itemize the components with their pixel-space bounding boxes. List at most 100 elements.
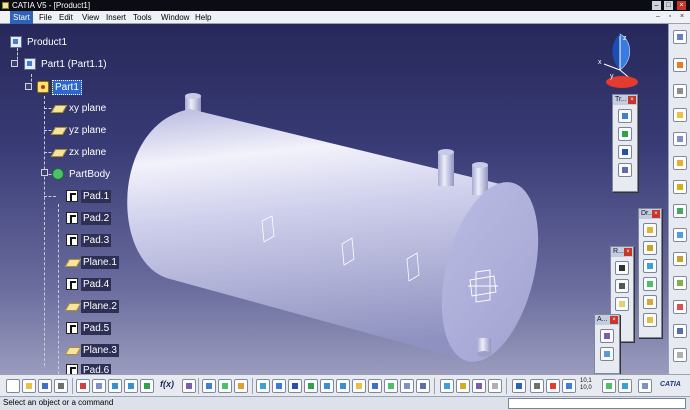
erase-icon[interactable] [638, 379, 652, 393]
stiffener-tool-icon[interactable] [673, 252, 687, 266]
toolbar-title[interactable]: A... × [595, 315, 619, 325]
expand-toggle-part-instance[interactable] [11, 60, 18, 67]
zoom-out-icon[interactable] [336, 379, 350, 393]
tree-node-plane-3[interactable]: Plane.3 [66, 342, 119, 358]
cut-icon[interactable] [76, 379, 90, 393]
close-button[interactable]: × [677, 1, 686, 10]
pan-icon[interactable] [288, 379, 302, 393]
more-tools-icon[interactable] [673, 348, 687, 362]
catalog-icon[interactable] [202, 379, 216, 393]
rib-tool-icon[interactable] [673, 204, 687, 218]
hole-tool-icon[interactable] [673, 180, 687, 194]
chamfer-icon[interactable] [643, 241, 657, 255]
close-icon[interactable]: × [610, 316, 618, 324]
transform-toolbar[interactable]: Tr... × [612, 94, 638, 192]
tree-node-pad-1[interactable]: Pad.1 [66, 188, 112, 204]
sketch-icon[interactable] [234, 379, 248, 393]
menu-file[interactable]: File [39, 11, 52, 24]
tree-node-plane-1[interactable]: Plane.1 [66, 254, 119, 270]
tree-node-yz-plane[interactable]: yz plane [52, 122, 108, 138]
expand-toggle-part1[interactable] [25, 83, 32, 90]
undo-icon[interactable] [108, 379, 122, 393]
copy-icon[interactable] [92, 379, 106, 393]
tree-node-product1[interactable]: Product1 [10, 34, 69, 50]
tree-node-xy-plane[interactable]: xy plane [52, 100, 108, 116]
close-icon[interactable]: × [624, 248, 632, 256]
workbench-icon[interactable] [673, 30, 687, 44]
tree-node-pad-5[interactable]: Pad.5 [66, 320, 112, 336]
menu-insert[interactable]: Insert [106, 11, 126, 24]
shell-icon[interactable] [643, 277, 657, 291]
doc-minimize-button[interactable]: – [654, 13, 662, 21]
pad-tool-icon[interactable] [673, 84, 687, 98]
tree-node-pad-2[interactable]: Pad.2 [66, 210, 112, 226]
remove-tool-icon[interactable] [673, 300, 687, 314]
menu-tools[interactable]: Tools [133, 11, 152, 24]
minimize-button[interactable]: – [652, 1, 661, 10]
slot-tool-icon[interactable] [673, 228, 687, 242]
boolean-tool-icon[interactable] [673, 324, 687, 338]
tree-node-part-instance[interactable]: Part1 (Part1.1) [24, 56, 109, 72]
snap-icon[interactable] [618, 379, 632, 393]
shaft-tool-icon[interactable] [673, 132, 687, 146]
whats-this-icon[interactable] [140, 379, 154, 393]
tree-node-pad-6[interactable]: Pad.6 [66, 362, 112, 374]
close-icon[interactable]: × [652, 210, 660, 218]
toolbar-title[interactable]: Tr... × [613, 95, 637, 105]
zoom-in-icon[interactable] [320, 379, 334, 393]
apply-material-icon[interactable] [472, 379, 486, 393]
loft-tool-icon[interactable] [673, 276, 687, 290]
formula-icon[interactable]: f(x) [160, 379, 174, 389]
grid-icon[interactable] [602, 379, 616, 393]
menu-view[interactable]: View [82, 11, 99, 24]
tree-node-part1[interactable]: Part1 [37, 79, 82, 95]
rotate-icon[interactable] [618, 127, 632, 141]
point-icon[interactable] [615, 261, 629, 275]
toolbar-title[interactable]: R... × [611, 247, 633, 257]
doc-close-button[interactable]: × [678, 13, 686, 21]
thickness-icon[interactable] [643, 295, 657, 309]
draft-analysis-icon[interactable] [600, 329, 614, 343]
tree-node-zx-plane[interactable]: zx plane [52, 144, 108, 160]
save-icon[interactable] [38, 379, 52, 393]
compass-widget[interactable]: z x y [592, 30, 648, 96]
tree-node-pad-4[interactable]: Pad.4 [66, 276, 112, 292]
shading-icon[interactable] [384, 379, 398, 393]
nozzle-right-1[interactable] [438, 149, 454, 186]
dress-up-toolbar[interactable]: Dr... × [638, 208, 662, 338]
draft-icon[interactable] [643, 259, 657, 273]
doc-restore-button[interactable]: ▫ [666, 13, 674, 21]
analysis-toolbar[interactable]: A... × [594, 314, 620, 374]
expand-toggle-partbody[interactable] [41, 169, 48, 176]
properties-icon[interactable] [488, 379, 502, 393]
fly-mode-icon[interactable] [256, 379, 270, 393]
fillet-icon[interactable] [643, 223, 657, 237]
render-icon[interactable] [512, 379, 526, 393]
measure-inertia-icon[interactable] [456, 379, 470, 393]
sketcher-icon[interactable] [673, 58, 687, 72]
tree-node-plane-2[interactable]: Plane.2 [66, 298, 119, 314]
rotate-view-icon[interactable] [304, 379, 318, 393]
knowledge-icon[interactable] [182, 379, 196, 393]
maximize-button[interactable]: □ [664, 1, 673, 10]
pattern-icon[interactable] [618, 145, 632, 159]
groove-tool-icon[interactable] [673, 156, 687, 170]
fit-all-icon[interactable] [272, 379, 286, 393]
measure-icon[interactable] [440, 379, 454, 393]
tree-node-pad-3[interactable]: Pad.3 [66, 232, 112, 248]
open-file-icon[interactable] [22, 379, 36, 393]
plane-icon[interactable] [615, 297, 629, 311]
view-mode-icon[interactable] [562, 379, 576, 393]
dimension-icon[interactable] [530, 379, 544, 393]
line-icon[interactable] [615, 279, 629, 293]
thread-icon[interactable] [643, 313, 657, 327]
command-input[interactable] [508, 398, 686, 409]
nozzle-bottom[interactable] [477, 338, 491, 357]
normal-view-icon[interactable] [352, 379, 366, 393]
body-icon[interactable] [218, 379, 232, 393]
translate-icon[interactable] [618, 109, 632, 123]
3d-compass-icon[interactable] [546, 379, 560, 393]
tree-node-partbody[interactable]: PartBody [52, 166, 112, 182]
scale-icon[interactable] [618, 163, 632, 177]
print-icon[interactable] [54, 379, 68, 393]
